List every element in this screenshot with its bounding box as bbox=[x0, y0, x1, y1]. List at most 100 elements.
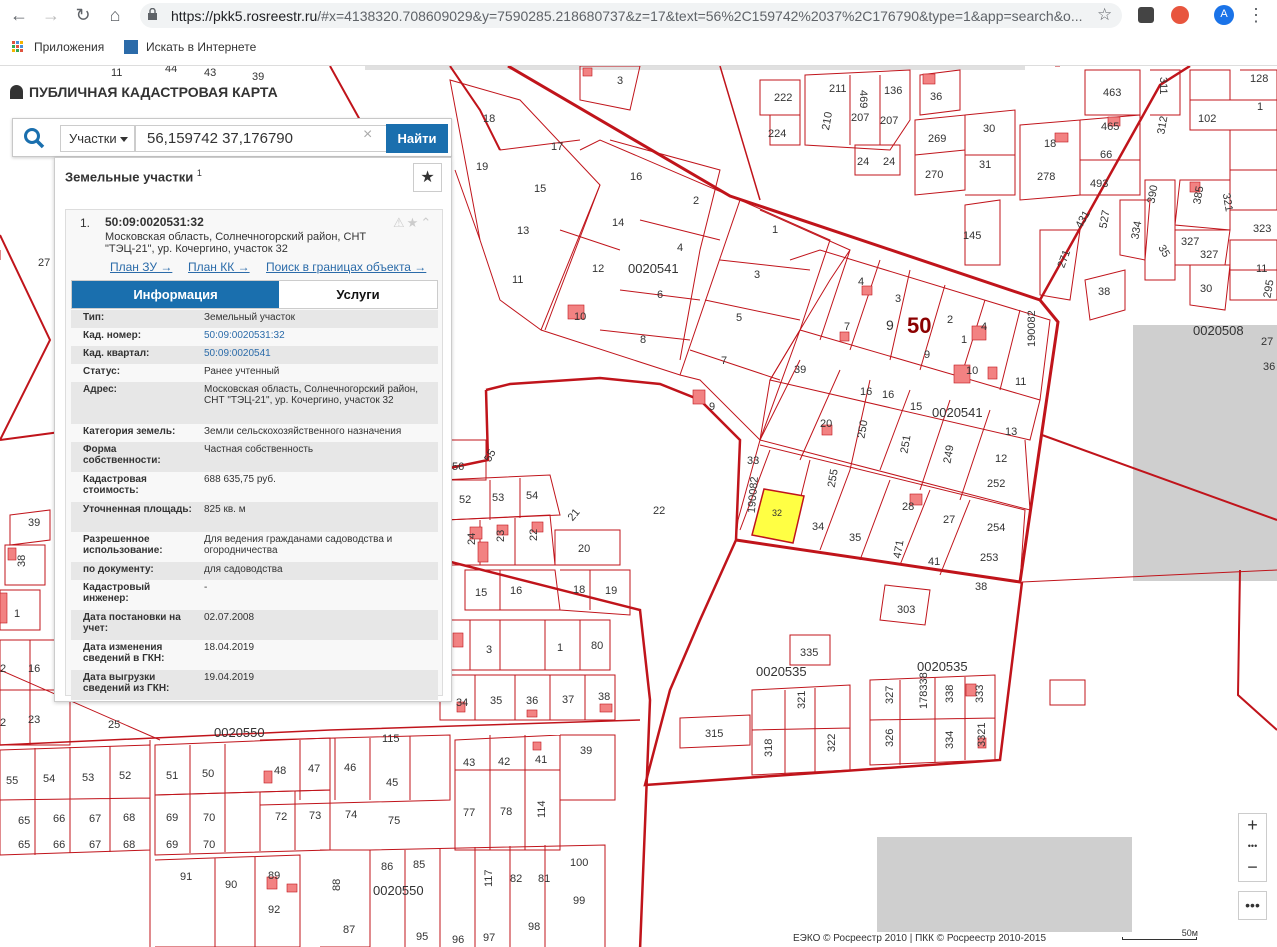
svg-text:18: 18 bbox=[483, 113, 495, 125]
svg-text:224: 224 bbox=[768, 128, 786, 140]
svg-text:115: 115 bbox=[382, 733, 400, 745]
menu-kebab-icon[interactable]: ⋮ bbox=[1245, 4, 1267, 26]
svg-text:65: 65 bbox=[18, 839, 30, 851]
search-input[interactable] bbox=[135, 125, 387, 152]
info-value: Частная собственность bbox=[204, 444, 314, 455]
svg-text:15: 15 bbox=[534, 183, 546, 195]
svg-text:30: 30 bbox=[983, 123, 995, 135]
svg-text:56: 56 bbox=[452, 461, 464, 473]
svg-text:9: 9 bbox=[924, 349, 930, 361]
info-key: Уточненная площадь: bbox=[83, 504, 192, 515]
zoom-in-button[interactable]: + bbox=[1239, 814, 1266, 836]
info-key: Кад. квартал: bbox=[83, 348, 150, 359]
info-row: Разрешенное использование: Для ведения гр… bbox=[71, 532, 438, 562]
svg-text:190082: 190082 bbox=[1026, 310, 1038, 347]
more-options-button[interactable]: ••• bbox=[1238, 891, 1267, 920]
search-button[interactable]: Найти bbox=[386, 124, 448, 153]
star-icon[interactable]: ★ bbox=[407, 215, 421, 230]
svg-text:97: 97 bbox=[483, 932, 495, 944]
warning-icon[interactable]: ⚠ bbox=[393, 215, 407, 230]
grey-zone bbox=[365, 66, 1025, 70]
svg-text:128: 128 bbox=[1250, 73, 1268, 85]
search-within-link[interactable]: Поиск в границах объекта → bbox=[266, 260, 426, 274]
info-value: Для ведения гражданами садоводства и ого… bbox=[204, 534, 393, 556]
svg-text:311: 311 bbox=[1157, 77, 1169, 95]
tab-information[interactable]: Информация bbox=[72, 281, 279, 308]
svg-text:77: 77 bbox=[463, 807, 475, 819]
svg-text:69: 69 bbox=[166, 812, 178, 824]
svg-text:326: 326 bbox=[884, 729, 896, 747]
svg-text:51: 51 bbox=[166, 770, 178, 782]
info-row: Категория земель: Земли сельскохозяйствен… bbox=[71, 424, 438, 442]
svg-text:11: 11 bbox=[512, 274, 523, 286]
svg-text:334: 334 bbox=[944, 731, 956, 749]
svg-text:39: 39 bbox=[252, 71, 264, 83]
info-key: Адрес: bbox=[83, 384, 117, 395]
profile-avatar[interactable]: A bbox=[1214, 5, 1234, 25]
svg-text:39: 39 bbox=[794, 364, 806, 376]
extension-icon[interactable] bbox=[1138, 7, 1154, 23]
svg-text:47: 47 bbox=[308, 763, 320, 775]
cad-number-link[interactable]: 50:09:0020531:32 bbox=[204, 330, 429, 341]
address-bar[interactable]: https://pkk5.rosreestr.ru/#x=4138320.708… bbox=[140, 3, 1122, 28]
svg-text:86: 86 bbox=[381, 861, 393, 873]
svg-text:85: 85 bbox=[413, 859, 425, 871]
svg-text:11: 11 bbox=[1256, 263, 1267, 275]
svg-text:100: 100 bbox=[570, 857, 588, 869]
extension-badge-icon[interactable] bbox=[1171, 6, 1189, 24]
bookmark-star-icon[interactable]: ☆ bbox=[1097, 5, 1112, 25]
info-tabs: Информация Услуги bbox=[71, 280, 438, 309]
apps-grid-icon[interactable] bbox=[12, 41, 24, 53]
svg-text:46: 46 bbox=[344, 762, 356, 774]
search-icon[interactable] bbox=[21, 125, 47, 151]
svg-text:22: 22 bbox=[653, 505, 665, 517]
favorites-star-button[interactable]: ★ bbox=[413, 163, 442, 192]
svg-text:38: 38 bbox=[598, 691, 610, 703]
svg-text:335: 335 bbox=[800, 647, 818, 659]
info-value: 825 кв. м bbox=[204, 504, 246, 515]
home-icon[interactable]: ⌂ bbox=[104, 4, 126, 26]
info-value: для садоводства bbox=[204, 564, 283, 575]
svg-text:13: 13 bbox=[1005, 426, 1017, 438]
reload-icon[interactable]: ↻ bbox=[72, 4, 94, 26]
svg-text:54: 54 bbox=[43, 773, 55, 785]
svg-text:44: 44 bbox=[165, 66, 177, 75]
forward-arrow-icon[interactable]: → bbox=[40, 4, 62, 26]
info-row: Тип: Земельный участок bbox=[71, 310, 438, 328]
scale-bar bbox=[1122, 937, 1197, 940]
info-key: Тип: bbox=[83, 312, 105, 323]
info-row: Дата изменения сведений в ГКН: 18.04.2019 bbox=[71, 640, 438, 670]
svg-text:27: 27 bbox=[1261, 336, 1273, 348]
svg-text:35: 35 bbox=[849, 532, 861, 544]
svg-text:333: 333 bbox=[974, 685, 986, 703]
bookmark-search[interactable]: Искать в Интернете bbox=[146, 40, 256, 54]
svg-text:24: 24 bbox=[883, 156, 895, 168]
tab-services[interactable]: Услуги bbox=[279, 281, 437, 308]
svg-text:50: 50 bbox=[907, 313, 931, 338]
search-type-select[interactable]: Участки bbox=[60, 125, 135, 152]
plan-kk-link[interactable]: План КК → bbox=[188, 260, 250, 274]
svg-text:34: 34 bbox=[812, 521, 824, 533]
clear-icon[interactable]: × bbox=[363, 126, 372, 144]
info-row: Адрес: Московская область, Солнечногорски… bbox=[71, 382, 438, 424]
info-row: Форма собственности: Частная собственност… bbox=[71, 442, 438, 472]
svg-text:3: 3 bbox=[617, 75, 623, 87]
info-value: - bbox=[204, 582, 208, 593]
cad-quarter-link[interactable]: 50:09:0020541 bbox=[204, 348, 429, 359]
svg-text:7: 7 bbox=[844, 321, 850, 333]
plan-zu-link[interactable]: План ЗУ → bbox=[110, 260, 172, 274]
info-key: Разрешенное использование: bbox=[83, 534, 163, 556]
svg-text:15: 15 bbox=[475, 587, 487, 599]
svg-text:16: 16 bbox=[860, 386, 872, 398]
back-arrow-icon[interactable]: ← bbox=[8, 4, 30, 26]
svg-text:28: 28 bbox=[902, 501, 914, 513]
svg-text:75: 75 bbox=[388, 815, 400, 827]
zoom-out-button[interactable]: − bbox=[1239, 856, 1266, 878]
svg-text:1: 1 bbox=[961, 334, 967, 346]
bookmark-apps[interactable]: Приложения bbox=[34, 40, 104, 54]
collapse-chevron-icon[interactable]: ⌃ bbox=[420, 215, 433, 230]
svg-text:1: 1 bbox=[14, 608, 20, 620]
result-count: 1 bbox=[196, 168, 202, 178]
info-key: Дата выгрузки сведений из ГКН: bbox=[83, 672, 170, 694]
svg-text:9: 9 bbox=[886, 317, 894, 333]
